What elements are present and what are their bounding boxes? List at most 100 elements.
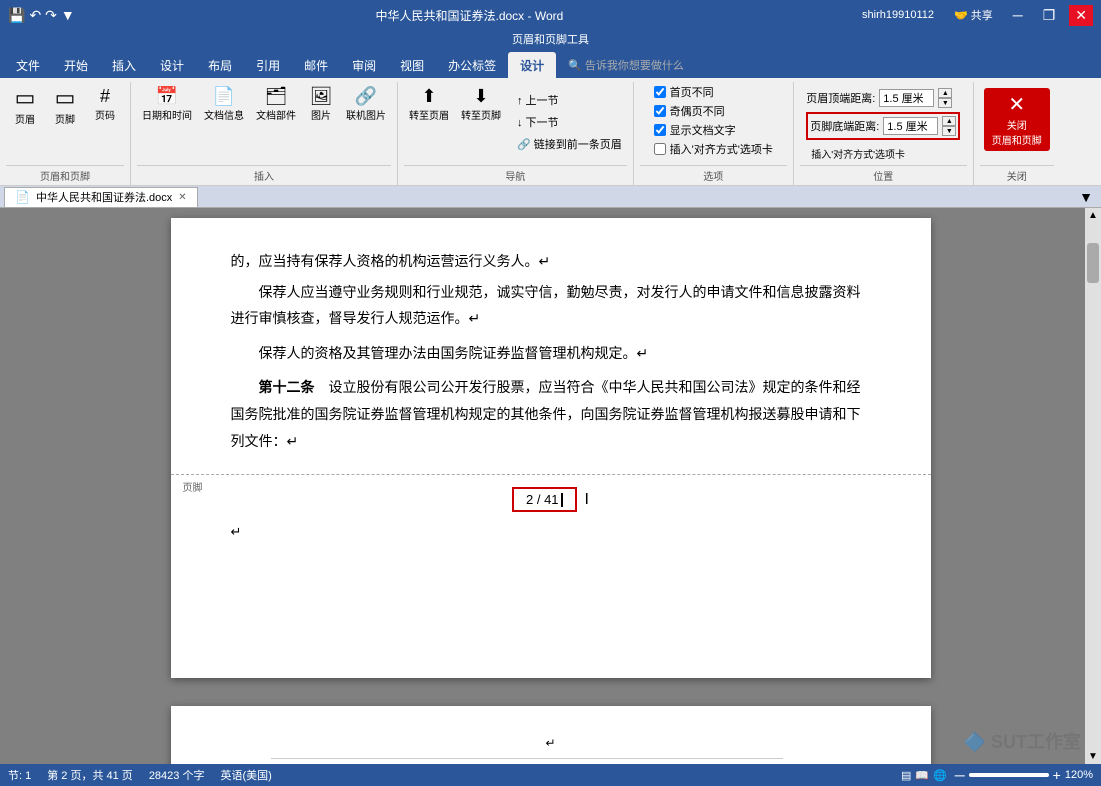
- page1-footer-content: 2 / 41 I: [211, 479, 891, 520]
- zoom-level[interactable]: 120%: [1065, 769, 1093, 781]
- tab-review[interactable]: 审阅: [340, 52, 388, 78]
- next-section-button[interactable]: ↓ 下一节: [512, 112, 627, 132]
- page1-content: 的，应当持有保荐人资格的机构运营运行义务人。↵ 保荐人应当遵守业务规则和行业规范…: [171, 218, 931, 454]
- page-number-box[interactable]: 2 / 41: [512, 487, 577, 512]
- tab-mailings[interactable]: 邮件: [292, 52, 340, 78]
- tab-layout[interactable]: 布局: [196, 52, 244, 78]
- header-icon: ▭: [15, 87, 36, 109]
- header-button[interactable]: ▭ 页眉: [6, 84, 44, 129]
- header-distance-input[interactable]: [879, 89, 934, 107]
- diff-first-page-label[interactable]: 首页不同: [654, 84, 773, 100]
- header-distance-label: 页眉顶端距离:: [806, 90, 875, 106]
- tab-office-tabs[interactable]: 办公标签: [436, 52, 508, 78]
- zoom-in-button[interactable]: +: [1053, 767, 1061, 783]
- diff-odd-even-checkbox[interactable]: [654, 105, 666, 117]
- title-bar: 💾 ↶ ↷ ▼ 中华人民共和国证券法.docx - Word shirh1991…: [0, 0, 1101, 30]
- zoom-out-button[interactable]: ─: [955, 767, 965, 783]
- restore-button[interactable]: ❐: [1037, 5, 1062, 26]
- diff-first-page-checkbox[interactable]: [654, 86, 666, 98]
- show-doc-text-checkbox[interactable]: [654, 124, 666, 136]
- ribbon-group-nav: ⬆ 转至页眉 ⬇ 转至页脚 ↑ 上一节 ↓ 下一节 🔗 链接到前一条页眉 导航: [398, 82, 634, 185]
- tab-view[interactable]: 视图: [388, 52, 436, 78]
- header-distance-row: 页眉顶端距离: ▲ ▼: [806, 88, 952, 108]
- quick-access-dropdown-icon[interactable]: ▼: [61, 7, 75, 23]
- doc-tab-close[interactable]: ✕: [178, 192, 186, 203]
- header-label: 页眉: [15, 111, 35, 126]
- tab-scroll-right[interactable]: ▼: [1079, 189, 1093, 205]
- read-view-icon[interactable]: 📖: [915, 769, 929, 782]
- goto-footer-button[interactable]: ⬇ 转至页脚: [456, 84, 506, 125]
- vertical-scrollbar[interactable]: ▲ ▼: [1085, 208, 1101, 764]
- tab-search[interactable]: 🔍 告诉我你想要做什么: [556, 52, 696, 78]
- doc-tab-main[interactable]: 📄 中华人民共和国证券法.docx ✕: [4, 187, 198, 207]
- image-button[interactable]: 🖼 图片: [303, 84, 339, 125]
- footer-label: 页脚: [55, 111, 75, 126]
- ribbon-group-options: 首页不同 奇偶页不同 显示文档文字 插入'对齐方式'选项卡 选项: [634, 82, 794, 185]
- web-view-icon[interactable]: 🌐: [933, 769, 947, 782]
- user-account[interactable]: shirh19910112: [856, 7, 940, 23]
- close-button[interactable]: ✕: [1069, 5, 1093, 26]
- header-distance-down[interactable]: ▼: [938, 98, 952, 108]
- save-icon[interactable]: 💾: [8, 7, 25, 24]
- ribbon-group-insert-content: 📅 日期和时间 📄 文档信息 🗂 文档部件 🖼 图片 🔗 联机图片: [137, 84, 391, 163]
- insert-align-tab-checkbox[interactable]: [654, 143, 666, 155]
- scroll-up-button[interactable]: ▲: [1086, 208, 1100, 223]
- show-doc-text-label[interactable]: 显示文档文字: [654, 122, 773, 138]
- undo-icon[interactable]: ↶: [29, 7, 41, 24]
- tab-design[interactable]: 设计: [148, 52, 196, 78]
- share-button[interactable]: 🤝 共享: [948, 5, 999, 25]
- footer-distance-up[interactable]: ▲: [942, 116, 956, 126]
- link-prev-header-button[interactable]: 🔗 链接到前一条页眉: [512, 134, 627, 154]
- page1-para2: 保荐人的资格及其管理办法由国务院证券监督管理机构规定。↵: [231, 340, 871, 367]
- page-number-label: 页码: [95, 107, 115, 122]
- close-hf-icon: ✕: [1008, 92, 1025, 117]
- doc-parts-label: 文档部件: [256, 107, 296, 122]
- online-image-icon: 🔗: [355, 87, 377, 105]
- diff-first-page-text: 首页不同: [670, 84, 714, 100]
- close-hf-button[interactable]: ✕ 关闭页眉和页脚: [984, 88, 1050, 151]
- page-number-button[interactable]: # 页码: [86, 84, 124, 125]
- date-time-button[interactable]: 📅 日期和时间: [137, 84, 197, 125]
- scroll-down-button[interactable]: ▼: [1086, 749, 1100, 764]
- options-checkboxes: 首页不同 奇偶页不同 显示文档文字 插入'对齐方式'选项卡: [654, 84, 773, 157]
- doc-parts-button[interactable]: 🗂 文档部件: [251, 84, 301, 125]
- footer-button[interactable]: ▭ 页脚: [46, 84, 84, 129]
- ribbon-group-insert-label: 插入: [137, 165, 391, 183]
- scroll-thumb[interactable]: [1087, 243, 1099, 283]
- tab-hf-design[interactable]: 设计: [508, 52, 556, 78]
- tab-home[interactable]: 开始: [52, 52, 100, 78]
- tab-references[interactable]: 引用: [244, 52, 292, 78]
- online-image-button[interactable]: 🔗 联机图片: [341, 84, 391, 125]
- page-1: 的，应当持有保荐人资格的机构运营运行义务人。↵ 保荐人应当遵守业务规则和行业规范…: [171, 218, 931, 678]
- footer-distance-spinbtns: ▲ ▼: [942, 116, 956, 136]
- header-distance-up[interactable]: ▲: [938, 88, 952, 98]
- diff-odd-even-label[interactable]: 奇偶页不同: [654, 103, 773, 119]
- date-time-icon: 📅: [156, 87, 178, 105]
- footer-distance-input[interactable]: [883, 117, 938, 135]
- redo-icon[interactable]: ↷: [45, 7, 57, 24]
- insert-align-options-button[interactable]: 插入'对齐方式'选项卡: [806, 144, 910, 163]
- tab-insert[interactable]: 插入: [100, 52, 148, 78]
- goto-header-button[interactable]: ⬆ 转至页眉: [404, 84, 454, 125]
- ribbon-group-close: ✕ 关闭页眉和页脚 关闭: [974, 82, 1060, 185]
- image-icon: 🖼: [310, 87, 333, 105]
- print-view-icon[interactable]: ▤: [901, 769, 911, 782]
- minimize-button[interactable]: ─: [1007, 5, 1029, 25]
- doc-info-button[interactable]: 📄 文档信息: [199, 84, 249, 125]
- page1-para1: 保荐人应当遵守业务规则和行业规范，诚实守信，勤勉尽责，对发行人的申请文件和信息披…: [231, 279, 871, 332]
- insert-align-tab-label[interactable]: 插入'对齐方式'选项卡: [654, 141, 773, 157]
- ribbon-group-close-label: 关闭: [980, 165, 1054, 183]
- prev-section-button[interactable]: ↑ 上一节: [512, 90, 627, 110]
- page1-footer[interactable]: 页脚 2 / 41 I ↵: [171, 474, 931, 552]
- zoom-bar: ─ + 120%: [955, 767, 1093, 783]
- ribbon-group-nav-label: 导航: [404, 165, 627, 183]
- watermark-text: SUT工作室: [991, 732, 1081, 752]
- tab-file[interactable]: 文件: [4, 52, 52, 78]
- watermark: 🔷 SUT工作室: [964, 728, 1081, 754]
- doc-parts-icon: 🗂: [265, 87, 288, 105]
- ribbon-group-position-content: 页眉顶端距离: ▲ ▼ 页脚底端距离: ▲ ▼ 插入'对齐方式'选项卡: [806, 84, 960, 163]
- watermark-icon: 🔷: [964, 732, 986, 752]
- quick-access-toolbar: 💾 ↶ ↷ ▼: [8, 7, 75, 24]
- subtitle-bar: 页眉和页脚工具: [0, 30, 1101, 48]
- footer-distance-down[interactable]: ▼: [942, 126, 956, 136]
